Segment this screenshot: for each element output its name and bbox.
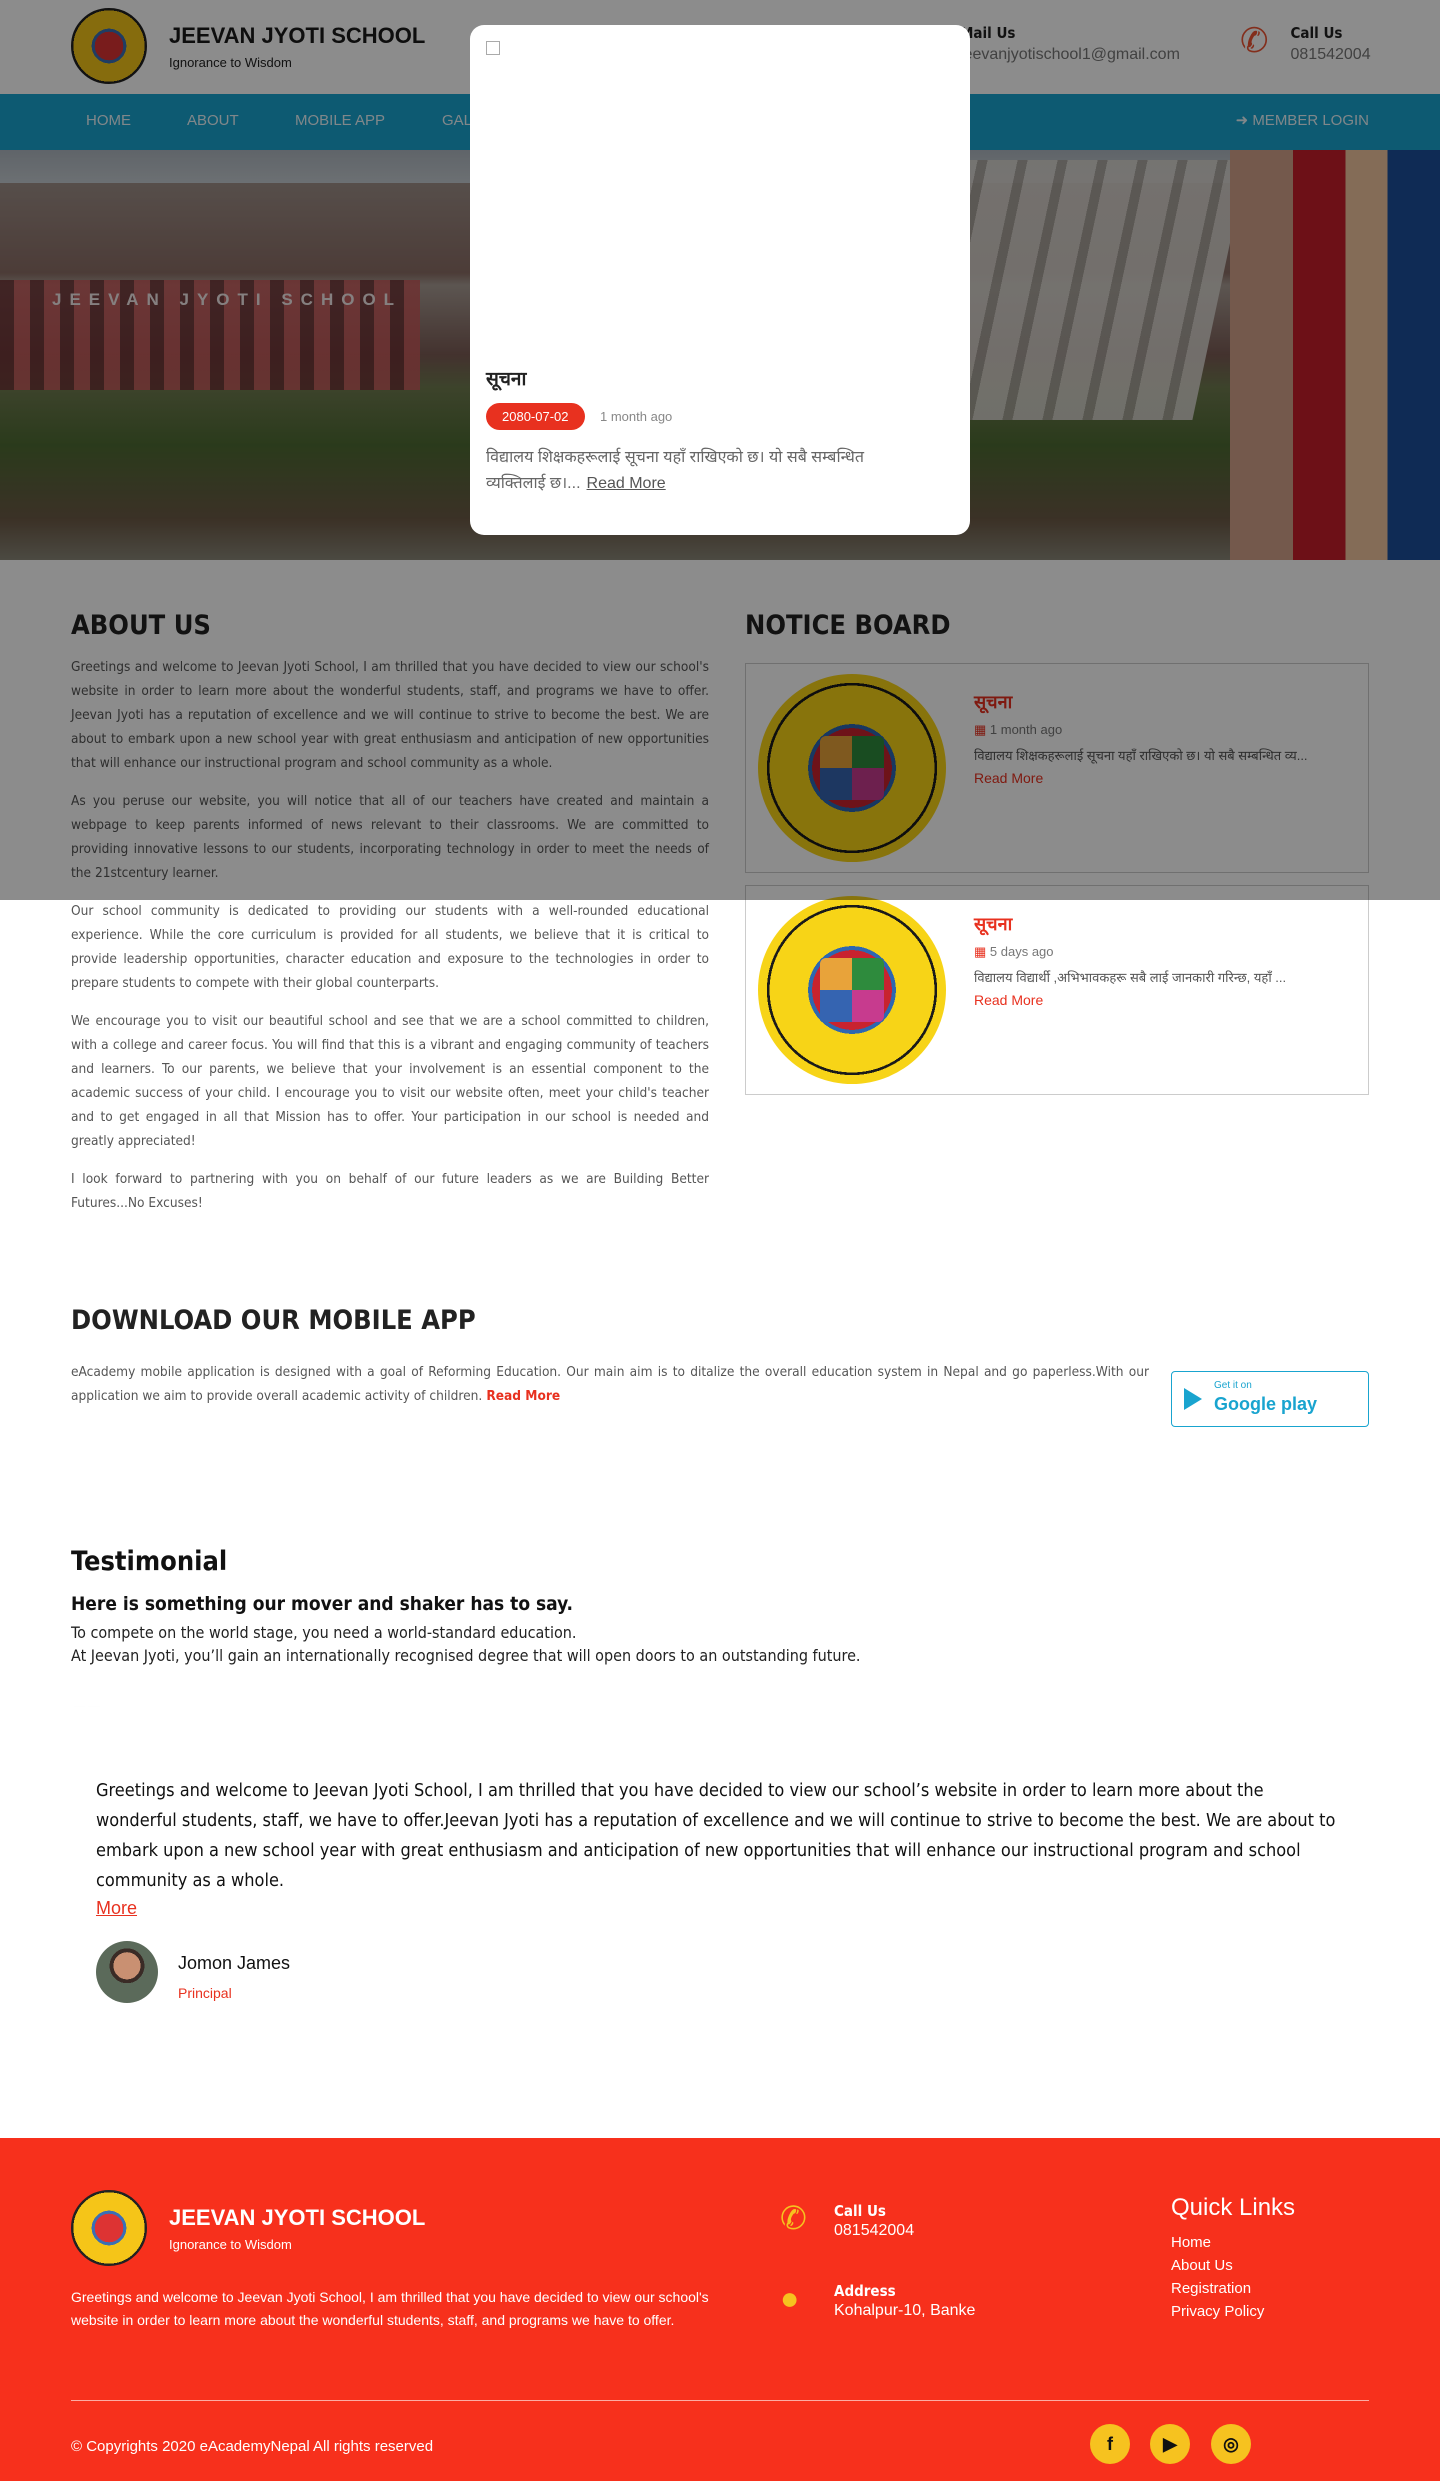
footer-school-name: JEEVAN JYOTI SCHOOL — [169, 2204, 426, 2230]
testimonial-title: Testimonial — [71, 1546, 228, 1577]
quick-link-registration[interactable]: Registration — [1171, 2280, 1295, 2297]
quick-link-privacy[interactable]: Privacy Policy — [1171, 2303, 1295, 2320]
testimonial-card: Greetings and welcome to Jeevan Jyoti Sc… — [71, 1706, 1369, 2006]
download-read-more[interactable]: Read More — [486, 1388, 560, 1404]
download-app-section: DOWNLOAD OUR MOBILE APP eAcademy mobile … — [71, 1305, 1369, 1427]
quick-link-about[interactable]: About Us — [1171, 2257, 1295, 2274]
calendar-icon: ▦ — [974, 944, 990, 959]
testimonial-section: Testimonial Here is something our mover … — [71, 1546, 1369, 2006]
footer-call-label: Call Us — [834, 2202, 886, 2220]
popup-title: सूचना — [486, 369, 527, 390]
notice-read-more[interactable]: Read More — [974, 992, 1043, 1008]
testimonial-person: Jomon James Principal — [96, 1941, 1346, 2006]
badge-small-text: Get it on — [1214, 1380, 1252, 1391]
copyright: © Copyrights 2020 eAcademyNepal All righ… — [71, 2438, 434, 2455]
google-play-icon — [1184, 1388, 1202, 1410]
badge-big-text: Google play — [1214, 1394, 1318, 1414]
download-text: eAcademy mobile application is designed … — [71, 1364, 1149, 1404]
popup-date-badge: 2080-07-02 — [486, 403, 585, 430]
testimonial-line: At Jeevan Jyoti, you’ll gain an internat… — [71, 1646, 861, 1665]
phone-icon: ✆ — [780, 2200, 807, 2236]
quick-links-title: Quick Links — [1171, 2194, 1296, 2221]
footer: JEEVAN JYOTI SCHOOL Ignorance to Wisdom … — [0, 2138, 1440, 2481]
testimonial-line: To compete on the world stage, you need … — [71, 1623, 577, 1642]
notice-item-date: ▦ 5 days ago — [974, 944, 1054, 959]
facebook-icon[interactable]: f — [1090, 2424, 1130, 2464]
about-paragraph: I look forward to partnering with you on… — [71, 1171, 709, 1211]
footer-tagline: Ignorance to Wisdom — [169, 2236, 292, 2252]
quick-link-home[interactable]: Home — [1171, 2234, 1295, 2251]
person-role: Principal — [178, 1985, 232, 2001]
footer-brand[interactable]: JEEVAN JYOTI SCHOOL Ignorance to Wisdom — [71, 2190, 425, 2266]
footer-address: ● Address Kohalpur-10, Banke — [780, 2282, 975, 2320]
popup-read-more[interactable]: Read More — [587, 475, 666, 492]
notice-popup: सूचना 2080-07-02 1 month ago विद्यालय शि… — [470, 25, 970, 535]
popup-description: विद्यालय शिक्षकहरूलाई सूचना यहाँ राखिएको… — [486, 449, 864, 492]
quick-links: Quick Links Home About Us Registration P… — [1171, 2194, 1295, 2320]
about-paragraph: We encourage you to visit our beautiful … — [71, 1013, 709, 1149]
footer-call-value[interactable]: 081542004 — [834, 2222, 914, 2240]
google-play-badge[interactable]: Get it on Google play — [1171, 1371, 1369, 1427]
avatar — [96, 1941, 158, 2003]
download-title: DOWNLOAD OUR MOBILE APP — [71, 1305, 476, 1336]
broken-image-icon — [486, 41, 500, 55]
instagram-icon[interactable]: ◎ — [1211, 2424, 1251, 2464]
about-paragraph: Our school community is dedicated to pro… — [71, 903, 709, 991]
footer-logo — [71, 2190, 147, 2266]
footer-address-value: Kohalpur-10, Banke — [834, 2302, 976, 2319]
testimonial-subtitle: Here is something our mover and shaker h… — [71, 1593, 574, 1615]
notice-item-title[interactable]: सूचना — [974, 912, 1012, 936]
popup-time-ago: 1 month ago — [600, 409, 673, 424]
footer-description: Greetings and welcome to Jeevan Jyoti Sc… — [71, 2289, 709, 2328]
map-marker-icon: ● — [780, 2280, 800, 2316]
footer-call: ✆ Call Us 081542004 — [780, 2202, 914, 2240]
youtube-icon[interactable]: ▶ — [1150, 2424, 1190, 2464]
footer-address-label: Address — [834, 2282, 896, 2300]
notice-item-desc: विद्यालय विद्यार्थी ,अभिभावकहरू सबै लाई … — [974, 970, 1287, 985]
notice-card[interactable]: सूचना ▦ 5 days ago विद्यालय विद्यार्थी ,… — [745, 885, 1369, 1095]
testimonial-quote: Greetings and welcome to Jeevan Jyoti Sc… — [96, 1780, 1336, 1891]
person-name: Jomon James — [178, 1953, 291, 1973]
footer-divider — [71, 2400, 1369, 2401]
testimonial-more-link[interactable]: More — [96, 1898, 137, 1919]
notice-logo — [758, 896, 946, 1084]
